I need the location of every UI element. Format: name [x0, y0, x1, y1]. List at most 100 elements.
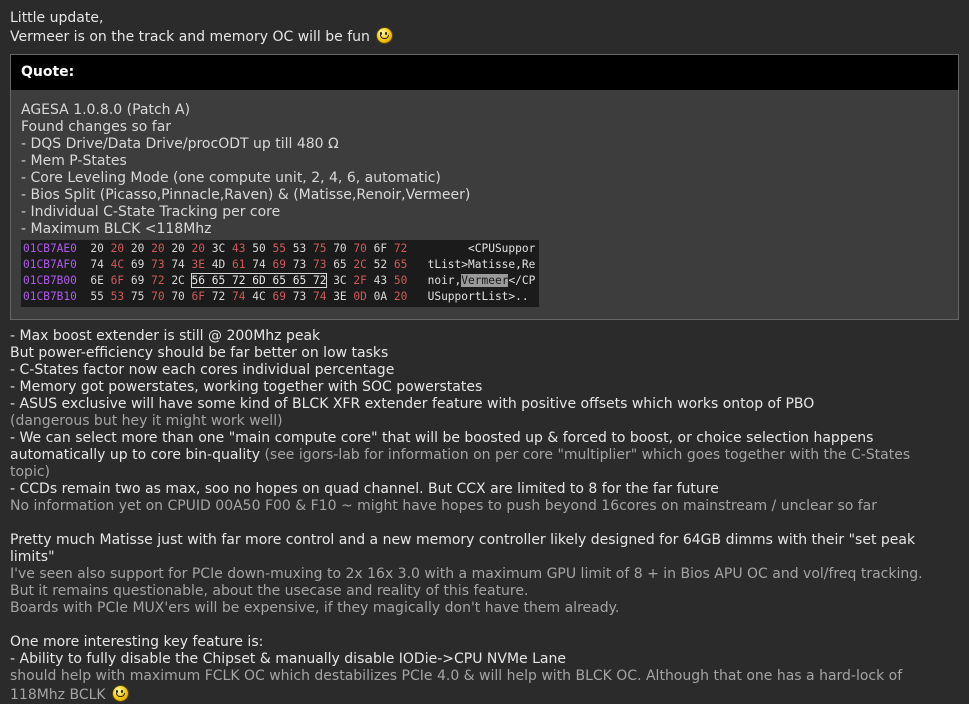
hex-byte: 74 [252, 258, 266, 271]
hex-byte: 6F [110, 274, 125, 287]
hex-byte: 3C [333, 274, 347, 287]
hex-byte: 70 [171, 290, 185, 303]
body-line: - Memory got powerstates, working togeth… [10, 379, 483, 395]
hex-byte: 74 [312, 290, 327, 303]
hex-byte: 74 [232, 290, 246, 303]
body-line: topic) [10, 464, 50, 480]
smiley-icon [112, 685, 130, 702]
hex-address: 01CB7B00 [23, 274, 77, 287]
hex-byte: 69 [272, 258, 286, 271]
hex-byte: 6E [90, 274, 104, 287]
hex-byte: 70 [353, 242, 367, 255]
hex-byte: 3E [191, 258, 206, 271]
hex-byte: 75 [130, 290, 145, 303]
body-line: - Max boost extender is still @ 200Mhz p… [10, 328, 321, 344]
hex-byte: 2C [353, 258, 367, 271]
body-line: - Ability to fully disable the Chipset &… [10, 651, 566, 667]
quote-line: - Core Leveling Mode (one compute unit, … [21, 170, 441, 186]
hex-byte: 4D [211, 258, 226, 271]
hex-byte: 72 [312, 274, 327, 287]
body-line: But it remains questionable, about the u… [10, 583, 529, 599]
body-line: Boards with PCIe MUX'ers will be expensi… [10, 600, 620, 616]
hex-byte: 53 [292, 242, 307, 255]
hex-address: 01CB7B10 [23, 290, 77, 303]
intro-line-2: Vermeer is on the track and memory OC wi… [10, 27, 969, 46]
hex-byte: 20 [151, 242, 165, 255]
hex-byte: 0D [353, 290, 367, 303]
body-line: - ASUS exclusive will have some kind of … [10, 396, 815, 412]
hex-row: 01CB7B10 55 53 75 70 70 6F 72 74 4C 69 7… [23, 289, 535, 305]
hex-byte: 73 [151, 258, 165, 271]
hex-ascii: tList>Matisse,Re [427, 258, 536, 271]
quote-line: - Maximum BLCK <118Mhz [21, 221, 212, 237]
hex-byte: 53 [110, 290, 125, 303]
hex-byte: 73 [292, 258, 307, 271]
hex-byte: 2F [353, 274, 367, 287]
hex-ascii: noir,Vermeer</CP [427, 274, 536, 287]
quote-body: AGESA 1.0.8.0 (Patch A) Found changes so… [11, 90, 958, 319]
hex-byte: 70 [151, 290, 165, 303]
hex-byte: 73 [312, 258, 327, 271]
hex-address: 01CB7AE0 [23, 242, 77, 255]
hex-byte: 2C [171, 274, 185, 287]
hex-byte: 20 [171, 242, 185, 255]
body-line: I've seen also support for PCIe down-mux… [10, 566, 923, 582]
body-line: One more interesting key feature is: [10, 634, 264, 650]
hex-byte: 69 [130, 274, 145, 287]
body-text-dim: 118Mhz BCLK [10, 687, 106, 703]
hex-byte: 65 [393, 258, 408, 271]
body-line: No information yet on CPUID 00A50 F00 & … [10, 498, 878, 514]
hex-bytes: 20 20 20 20 20 20 3C 43 50 55 53 75 70 7… [90, 242, 407, 255]
body-line: 118Mhz BCLK [10, 685, 969, 704]
quote-block: Quote: AGESA 1.0.8.0 (Patch A) Found cha… [10, 54, 959, 320]
hex-ascii: USupportList>.. [427, 290, 536, 303]
hex-byte: 20 [130, 242, 145, 255]
hex-row: 01CB7AE0 20 20 20 20 20 20 3C 43 50 55 5… [23, 241, 535, 257]
quote-line: - Individual C-State Tracking per core [21, 204, 281, 220]
body-line: But power-efficiency should be far bette… [10, 345, 389, 361]
body-line: - CCDs remain two as max, soo no hopes o… [10, 481, 719, 497]
hex-ascii: <CPUSuppor [427, 242, 536, 255]
intro-text: Vermeer is on the track and memory OC wi… [10, 29, 370, 45]
hex-byte: 6F [191, 290, 206, 303]
hex-byte: 3C [211, 242, 226, 255]
hex-byte: 72 [151, 274, 165, 287]
quote-line: - Mem P-States [21, 153, 127, 169]
hex-bytes: 74 4C 69 73 74 3E 4D 61 74 69 73 73 65 2… [90, 258, 407, 271]
forum-post: Little update, Vermeer is on the track a… [0, 0, 969, 704]
hex-byte: 61 [232, 258, 246, 271]
hex-byte: 69 [272, 290, 286, 303]
hex-byte: 65 [211, 274, 226, 287]
quote-line: - Bios Split (Picasso,Pinnacle,Raven) & … [21, 187, 471, 203]
hex-row: 01CB7B00 6E 6F 69 72 2C 56 65 72 6D 65 6… [23, 273, 535, 289]
quote-header: Quote: [11, 55, 958, 90]
hex-byte: 43 [373, 274, 388, 287]
hex-bytes: 55 53 75 70 70 6F 72 74 4C 69 73 74 3E 0… [90, 290, 407, 303]
body-line: - C-States factor now each cores individ… [10, 362, 395, 378]
hex-byte: 56 [191, 274, 206, 287]
hex-byte: 52 [373, 258, 388, 271]
hex-byte: 74 [90, 258, 104, 271]
hex-byte: 4C [110, 258, 125, 271]
hex-byte: 43 [232, 242, 246, 255]
body-line: automatically up to core bin-quality (se… [10, 447, 969, 464]
body-line: should help with maximum FCLK OC which d… [10, 668, 903, 684]
hex-byte: 74 [171, 258, 185, 271]
smiley-icon [376, 27, 394, 44]
hex-bytes: 6E 6F 69 72 2C 56 65 72 6D 65 65 72 3C 2… [90, 273, 408, 288]
hex-byte: 20 [393, 290, 408, 303]
hex-dump-image: 01CB7AE0 20 20 20 20 20 20 3C 43 50 55 5… [21, 240, 540, 307]
hex-byte: 73 [292, 290, 307, 303]
hex-byte: 0A [373, 290, 388, 303]
hex-byte: 65 [292, 274, 307, 287]
hex-byte: 72 [393, 242, 408, 255]
hex-byte: 72 [211, 290, 226, 303]
hex-byte: 50 [393, 274, 408, 287]
hex-byte: 6D [252, 274, 266, 287]
body-text: automatically up to core bin-quality [10, 447, 260, 463]
hex-byte: 20 [191, 242, 206, 255]
quote-line: Found changes so far [21, 119, 172, 135]
hex-address: 01CB7AF0 [23, 258, 77, 271]
body-text-dim: (see igors-lab for information on per co… [264, 447, 911, 463]
hex-byte: 65 [333, 258, 347, 271]
